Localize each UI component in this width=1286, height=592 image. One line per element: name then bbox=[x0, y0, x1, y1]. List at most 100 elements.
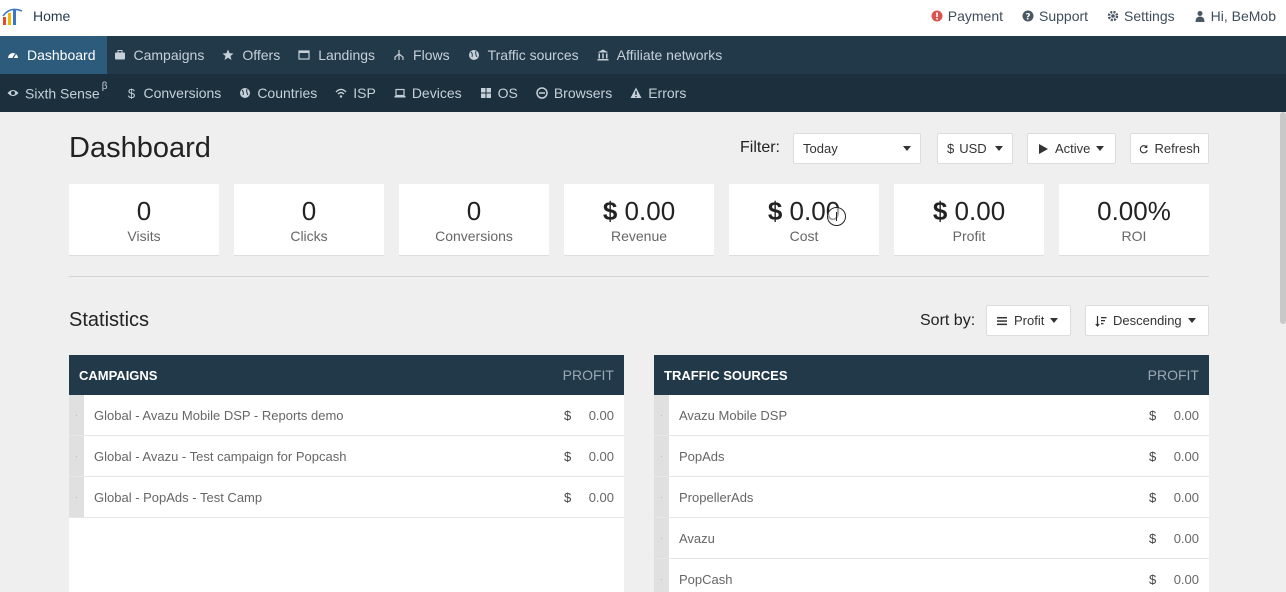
tab-sixth-sense[interactable]: Sixth Sense β bbox=[0, 74, 118, 112]
campaigns-panel-header: CAMPAIGNS PROFIT bbox=[69, 355, 624, 395]
traffic-sources-panel-header: TRAFFIC SOURCES PROFIT bbox=[654, 355, 1209, 395]
drag-handle-icon[interactable]: · bbox=[69, 477, 84, 517]
tab-os[interactable]: OS bbox=[473, 74, 529, 112]
drag-handle-icon[interactable]: · bbox=[654, 559, 669, 592]
question-icon: ? bbox=[1022, 10, 1034, 22]
table-row[interactable]: · PopAds $0.00 bbox=[654, 436, 1209, 477]
metric-label: Cost bbox=[789, 228, 819, 244]
chevron-down-icon bbox=[1050, 318, 1059, 323]
drag-handle-icon[interactable]: · bbox=[69, 395, 84, 435]
tab-countries[interactable]: Countries bbox=[232, 74, 328, 112]
alert-icon bbox=[931, 10, 943, 22]
user-menu[interactable]: Hi, BeMob bbox=[1194, 8, 1276, 24]
page-scrollbar[interactable] bbox=[1280, 112, 1286, 324]
traffic-sources-panel: TRAFFIC SOURCES PROFIT · Avazu Mobile DS… bbox=[654, 355, 1209, 592]
profit-value: $0.00 bbox=[1149, 530, 1199, 546]
metric-card-visits: 0 Visits bbox=[69, 184, 219, 256]
drag-handle-icon[interactable]: · bbox=[69, 436, 84, 476]
drag-handle-icon[interactable]: · bbox=[654, 518, 669, 558]
top-bar: Home Payment ? Support Settings Hi, BeMo… bbox=[0, 0, 1286, 36]
table-row[interactable]: · Global - Avazu - Test campaign for Pop… bbox=[69, 436, 624, 477]
home-link[interactable]: Home bbox=[33, 8, 70, 24]
table-row[interactable]: · PropellerAds $0.00 bbox=[654, 477, 1209, 518]
tab-conversions[interactable]: $ Conversions bbox=[118, 74, 232, 112]
profit-value: $0.00 bbox=[1149, 407, 1199, 423]
table-row[interactable]: · Avazu Mobile DSP $0.00 bbox=[654, 395, 1209, 436]
table-row[interactable]: · Global - PopAds - Test Camp $0.00 bbox=[69, 477, 624, 518]
tab-affiliate-networks[interactable]: Affiliate networks bbox=[590, 36, 734, 74]
tab-offers-label: Offers bbox=[242, 47, 281, 63]
wifi-icon bbox=[335, 88, 347, 98]
dashboard-icon bbox=[8, 53, 18, 59]
refresh-button[interactable]: Refresh bbox=[1130, 133, 1209, 164]
traffic-source-name: PropellerAds bbox=[679, 489, 754, 505]
statistics-title: Statistics bbox=[69, 309, 150, 331]
play-icon bbox=[1039, 143, 1048, 154]
tab-errors-label: Errors bbox=[648, 85, 687, 101]
tab-traffic-sources[interactable]: Traffic sources bbox=[461, 36, 590, 74]
chevron-down-icon bbox=[1187, 318, 1196, 323]
briefcase-icon bbox=[114, 50, 125, 60]
metric-card-clicks: 0 Clicks bbox=[234, 184, 384, 256]
campaigns-header-label: CAMPAIGNS bbox=[79, 367, 158, 383]
settings-link[interactable]: Settings bbox=[1107, 8, 1175, 24]
table-row[interactable]: · PopCash $0.00 bbox=[654, 559, 1209, 592]
tab-dashboard[interactable]: Dashboard bbox=[0, 36, 107, 74]
metric-value: $ 0.00 bbox=[932, 196, 1006, 226]
tab-landings[interactable]: Landings bbox=[291, 36, 386, 74]
tab-dashboard-label: Dashboard bbox=[27, 47, 96, 63]
tab-browsers[interactable]: Browsers bbox=[529, 74, 623, 112]
chevron-down-icon bbox=[1096, 146, 1105, 151]
browser-icon bbox=[536, 87, 548, 99]
metric-label: Profit bbox=[952, 228, 986, 244]
drag-handle-icon[interactable]: · bbox=[654, 477, 669, 517]
filter-label: Filter: bbox=[740, 139, 780, 156]
dollar-icon: $ bbox=[127, 85, 136, 101]
metric-value: 0 bbox=[466, 196, 482, 226]
payment-label: Payment bbox=[947, 8, 1003, 24]
list-icon bbox=[997, 316, 1007, 325]
tab-campaigns-label: Campaigns bbox=[133, 47, 205, 63]
primary-nav: Dashboard Campaigns Offers Landings Flow… bbox=[0, 36, 1286, 74]
payment-link[interactable]: Payment bbox=[931, 8, 1003, 24]
refresh-label: Refresh bbox=[1154, 141, 1200, 156]
tab-devices[interactable]: Devices bbox=[387, 74, 473, 112]
metric-cards: 0 Visits 0 Clicks 0 Conversions $ 0.00 R… bbox=[69, 184, 1209, 256]
date-filter-select[interactable]: Today bbox=[793, 133, 921, 164]
metric-label: Revenue bbox=[610, 228, 668, 244]
sort-field-select[interactable]: Profit bbox=[986, 305, 1071, 336]
metric-label: Visits bbox=[127, 228, 161, 244]
table-row[interactable]: · Avazu $0.00 bbox=[654, 518, 1209, 559]
tab-offers[interactable]: Offers bbox=[215, 36, 291, 74]
tab-campaigns[interactable]: Campaigns bbox=[107, 36, 216, 74]
traffic-source-name: Avazu Mobile DSP bbox=[679, 407, 788, 423]
profit-value: $0.00 bbox=[564, 489, 614, 505]
tab-errors[interactable]: Errors bbox=[623, 74, 697, 112]
tab-isp-label: ISP bbox=[353, 85, 376, 101]
tab-os-label: OS bbox=[497, 85, 518, 101]
metric-value: 0 bbox=[301, 196, 317, 226]
tab-flows[interactable]: Flows bbox=[386, 36, 461, 74]
drag-handle-icon[interactable]: · bbox=[654, 436, 669, 476]
currency-symbol: $ bbox=[947, 141, 955, 156]
sort-field-value: Profit bbox=[1014, 313, 1045, 328]
traffic-source-name: PopAds bbox=[679, 448, 725, 464]
sort-order-select[interactable]: Descending bbox=[1085, 305, 1209, 336]
currency-select[interactable]: $ USD bbox=[937, 133, 1013, 164]
status-select[interactable]: Active bbox=[1027, 133, 1116, 164]
support-link[interactable]: ? Support bbox=[1022, 8, 1088, 24]
profit-value: $0.00 bbox=[564, 448, 614, 464]
bemob-logo-icon[interactable] bbox=[2, 8, 24, 26]
campaign-name: Global - Avazu - Test campaign for Popca… bbox=[94, 448, 347, 464]
metric-value: 0.00% bbox=[1097, 196, 1171, 226]
flow-icon bbox=[394, 50, 404, 60]
campaigns-panel: CAMPAIGNS PROFIT · Global - Avazu Mobile… bbox=[69, 355, 624, 592]
tab-isp[interactable]: ISP bbox=[328, 74, 387, 112]
profit-value: $0.00 bbox=[564, 407, 614, 423]
window-icon bbox=[298, 50, 310, 60]
drag-handle-icon[interactable]: · bbox=[654, 395, 669, 435]
text-cursor-icon bbox=[827, 207, 846, 226]
user-icon bbox=[1195, 11, 1205, 22]
tab-conversions-label: Conversions bbox=[143, 85, 222, 101]
table-row[interactable]: · Global - Avazu Mobile DSP - Reports de… bbox=[69, 395, 624, 436]
